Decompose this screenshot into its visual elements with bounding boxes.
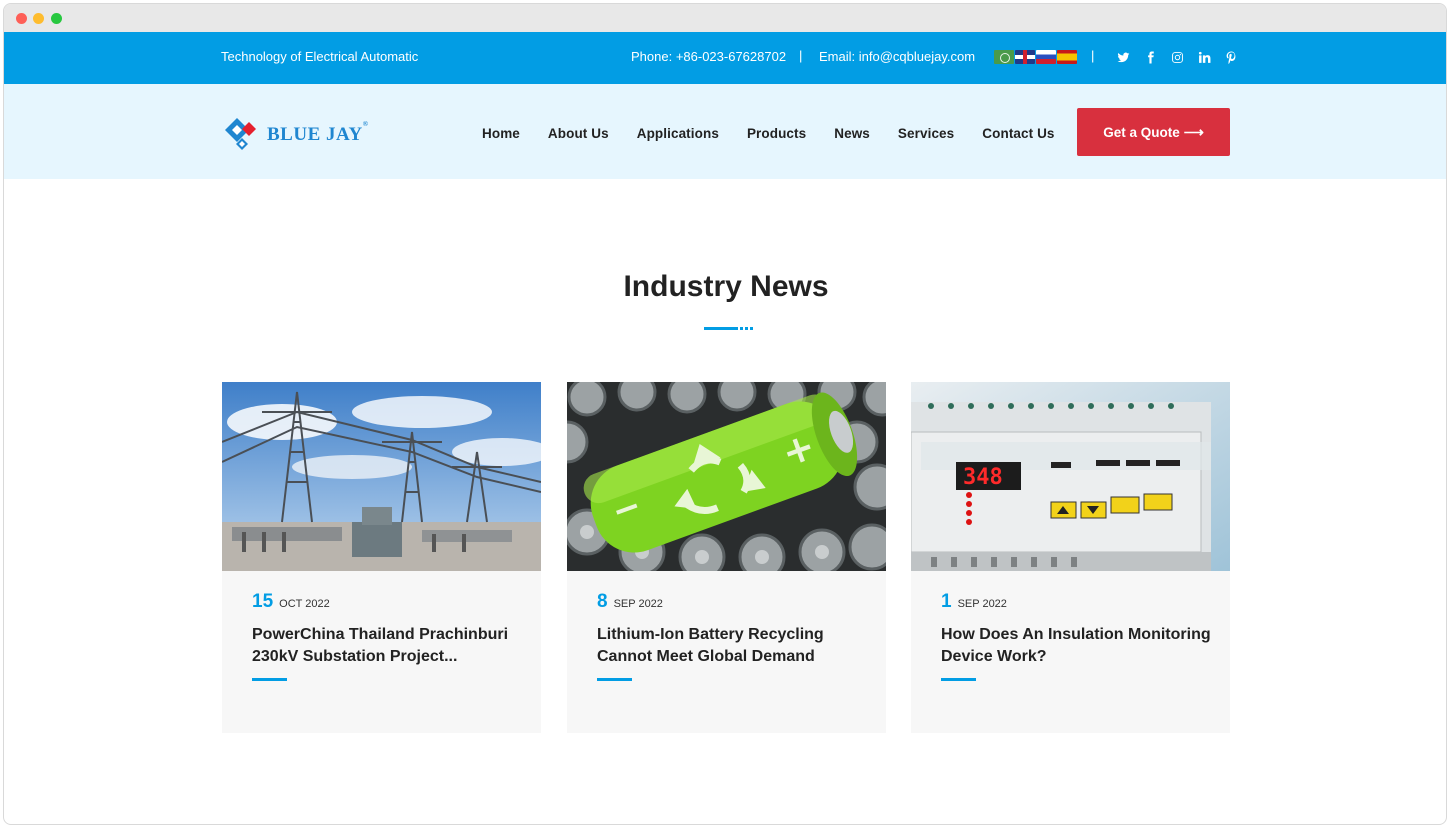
minimize-window-button[interactable] — [33, 13, 44, 24]
nav-home[interactable]: Home — [482, 126, 520, 141]
card-underline — [597, 678, 632, 681]
company-tagline: Technology of Electrical Automatic — [221, 49, 419, 64]
main-nav: Home About Us Applications Products News… — [482, 126, 1083, 141]
news-date: 15 OCT 2022 — [252, 591, 330, 613]
arrow-right-icon: ⟶ — [1183, 123, 1204, 140]
news-month: SEP 2022 — [613, 598, 663, 610]
card-underline — [252, 678, 287, 681]
get-a-quote-button[interactable]: Get a Quote ⟶ — [1077, 108, 1230, 156]
twitter-icon[interactable] — [1110, 49, 1137, 65]
news-date: 8 SEP 2022 — [597, 591, 663, 613]
bluejay-logo-icon — [225, 118, 256, 150]
news-title[interactable]: How Does An Insulation Monitoring Device… — [941, 624, 1211, 668]
logo[interactable]: BLUE JAY® — [223, 114, 368, 154]
quote-label: Get a Quote — [1103, 124, 1180, 140]
news-image-substation[interactable] — [222, 382, 541, 571]
news-card[interactable]: 15 OCT 2022 PowerChina Thailand Prachinb… — [222, 382, 541, 733]
news-title[interactable]: PowerChina Thailand Prachinburi 230kV Su… — [252, 624, 522, 668]
news-image-insulation-monitor[interactable]: 348 — [911, 382, 1230, 571]
arabic-flag-icon[interactable] — [994, 50, 1014, 64]
logo-wordmark: BLUE JAY — [267, 124, 363, 145]
logo-text: BLUE JAY® — [267, 120, 368, 146]
section-title: Industry News — [623, 270, 829, 303]
news-card[interactable]: 348 1 SEP 2022 How Does An Insulation Mo… — [911, 382, 1230, 733]
topbar-separator: | — [1091, 48, 1095, 63]
nav-products[interactable]: Products — [747, 126, 806, 141]
close-window-button[interactable] — [16, 13, 27, 24]
spain-flag-icon[interactable] — [1057, 50, 1077, 64]
phone-link[interactable]: Phone: +86-023-67628702 — [631, 49, 786, 64]
news-date: 1 SEP 2022 — [941, 591, 1007, 613]
news-title[interactable]: Lithium-Ion Battery Recycling Cannot Mee… — [597, 624, 867, 668]
registered-mark: ® — [362, 120, 369, 128]
top-info-bar: Technology of Electrical Automatic Phone… — [4, 32, 1446, 84]
email-link[interactable]: Email: info@cqbluejay.com — [819, 49, 975, 64]
device-display-value: 348 — [963, 465, 1003, 490]
browser-window: Technology of Electrical Automatic Phone… — [3, 3, 1447, 825]
language-switcher — [994, 50, 1077, 64]
nav-about-us[interactable]: About Us — [548, 126, 609, 141]
social-links — [1110, 49, 1245, 65]
news-day: 1 — [941, 591, 952, 612]
underline-dot — [750, 327, 753, 330]
news-image-battery[interactable]: − + — [567, 382, 886, 571]
underline-dot — [740, 327, 743, 330]
underline-bar — [704, 327, 738, 330]
instagram-icon[interactable] — [1164, 49, 1191, 65]
pinterest-icon[interactable] — [1218, 49, 1245, 65]
nav-contact-us[interactable]: Contact Us — [982, 126, 1054, 141]
card-underline — [941, 678, 976, 681]
uk-flag-icon[interactable] — [1015, 50, 1035, 64]
news-month: OCT 2022 — [279, 598, 330, 610]
title-underline — [704, 327, 753, 330]
news-day: 8 — [597, 591, 608, 612]
nav-news[interactable]: News — [834, 126, 870, 141]
news-card[interactable]: − + 8 SEP 2022 Lithium-Ion Battery Recyc… — [567, 382, 886, 733]
maximize-window-button[interactable] — [51, 13, 62, 24]
site-header: BLUE JAY® Home About Us Applications Pro… — [4, 84, 1446, 179]
russia-flag-icon[interactable] — [1036, 50, 1056, 64]
underline-dot — [745, 327, 748, 330]
nav-services[interactable]: Services — [898, 126, 954, 141]
nav-applications[interactable]: Applications — [637, 126, 719, 141]
facebook-icon[interactable] — [1137, 49, 1164, 65]
news-month: SEP 2022 — [957, 598, 1007, 610]
window-titlebar — [4, 4, 1446, 32]
topbar-separator: | — [799, 48, 803, 63]
news-day: 15 — [252, 591, 274, 612]
linkedin-icon[interactable] — [1191, 49, 1218, 65]
